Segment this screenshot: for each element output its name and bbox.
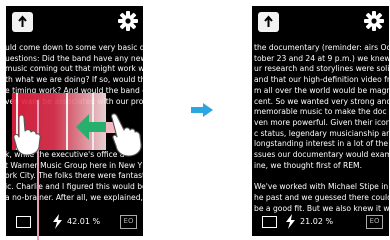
gear-icon: [118, 11, 138, 31]
text-line: he past and we guessed there could: [254, 192, 389, 202]
top-toolbar: [252, 6, 389, 36]
page-icon[interactable]: [262, 216, 277, 228]
settings-button[interactable]: [117, 10, 139, 32]
text-line: the documentary (reminder: airs Oc: [254, 43, 389, 52]
text-line: c status, legendary musicianship and: [254, 128, 389, 138]
text-line: a no-brainer. After all, we explained,: [6, 192, 143, 202]
hand-pointer-icon: [111, 113, 142, 157]
text-line: th what we are doing? If so, would th: [6, 75, 143, 85]
lightning-icon[interactable]: [52, 214, 63, 229]
back-button[interactable]: [12, 12, 33, 32]
text-line: memorable music to make the doc e: [254, 107, 389, 117]
reader-screen-after: the documentary (reminder: airs Oc tober…: [252, 6, 389, 236]
fold-line: [66, 93, 68, 150]
text-line: ssues our documentary would exam: [254, 150, 389, 160]
page-text: the documentary (reminder: airs Oc tober…: [254, 43, 389, 214]
text-line: ork City. The folks there were fantast: [6, 171, 143, 181]
eo-icon[interactable]: EO: [120, 215, 137, 229]
gear-icon: [364, 11, 384, 31]
text-line: We've worked with Michael Stipe in t: [254, 182, 389, 192]
text-line: [254, 171, 389, 182]
text-line: t Warner Music Group here in New Y: [6, 160, 143, 170]
text-line: ur research and storylines were solic: [254, 64, 389, 74]
text-line: uestions: Did the band have any new: [6, 53, 143, 63]
lightning-icon[interactable]: [285, 214, 296, 229]
progress-percent: 21.02 %: [300, 217, 334, 226]
back-arrow-icon: [18, 15, 27, 27]
back-button[interactable]: [258, 12, 279, 32]
top-toolbar: [6, 6, 143, 36]
bottom-toolbar: 21.02 % EO: [252, 210, 389, 236]
back-arrow-icon: [264, 15, 273, 27]
text-line: ine, we thought first of REM.: [254, 160, 363, 170]
text-line: uld come down to some very basic q: [6, 43, 143, 52]
text-line: and that our high-definition video fro: [254, 75, 389, 85]
text-line: m all over the world would be magnifi: [254, 85, 389, 95]
bottom-toolbar: 42.01 % EO: [6, 210, 143, 236]
text-line: cent. So we wanted very strong and: [254, 96, 389, 106]
text-line: ic. Charlie and I figured this would be: [6, 182, 143, 192]
swipe-left-arrow-icon: [76, 114, 106, 140]
text-line: longstanding interest in a lot of the i: [254, 139, 389, 149]
progress-percent: 42.01 %: [67, 217, 101, 226]
transition-arrow-icon: [191, 103, 213, 117]
text-line: ven more powerful. Given their iconi: [254, 117, 389, 127]
hand-pointer-icon: [13, 114, 41, 156]
text-line: music coming out that might work wi: [6, 64, 143, 74]
eo-icon[interactable]: EO: [366, 215, 383, 229]
page-icon[interactable]: [16, 216, 31, 228]
settings-button[interactable]: [363, 10, 385, 32]
text-line: tober 23 and 24 at 9 p.m.) we knew c: [254, 53, 389, 63]
